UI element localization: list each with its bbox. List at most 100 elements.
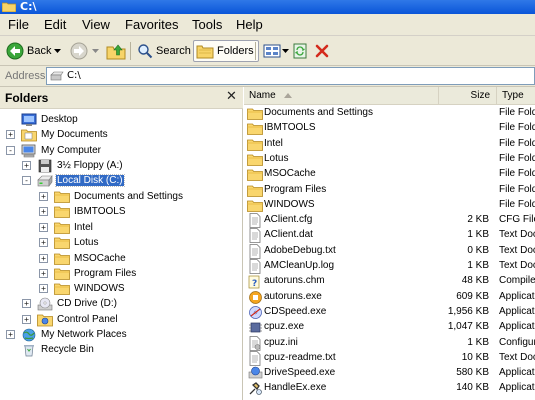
file-row[interactable]: HandleEx.exe 140 KB Application — [244, 381, 535, 396]
expand-toggle[interactable]: + — [22, 161, 31, 170]
menu-help[interactable]: Help — [236, 17, 263, 32]
tree-item[interactable]: - My Computer — [6, 143, 102, 158]
toolbar: Back Search Folders — [0, 36, 535, 66]
address-field[interactable]: C:\ — [46, 67, 535, 85]
expand-toggle[interactable]: + — [6, 130, 15, 139]
file-row[interactable]: Intel File Folder — [244, 137, 535, 152]
file-row[interactable]: WINDOWS File Folder — [244, 198, 535, 213]
expand-toggle[interactable]: + — [22, 299, 31, 308]
toolbar-separator — [255, 42, 256, 60]
expand-toggle[interactable]: + — [39, 207, 48, 216]
file-row[interactable]: DriveSpeed.exe 580 KB Application — [244, 366, 535, 381]
collapse-toggle[interactable]: - — [22, 176, 31, 185]
column-header-name[interactable]: Name — [244, 87, 439, 105]
expand-toggle[interactable]: + — [22, 315, 31, 324]
my-computer-icon — [21, 144, 37, 158]
sort-ascending-icon — [284, 93, 292, 98]
tree-item-label: Control Panel — [57, 314, 118, 325]
file-size: 48 KB — [461, 275, 489, 287]
menu-file[interactable]: File — [8, 17, 29, 32]
file-row[interactable]: cpuz.ini 1 KB Configuration Settings — [244, 335, 535, 351]
file-row[interactable]: AClient.cfg 2 KB CFG File — [244, 213, 535, 228]
file-type: Application — [499, 290, 535, 302]
tree-item-label: Local Disk (C:) — [55, 174, 125, 187]
file-name: autoruns.exe — [264, 290, 322, 302]
expand-toggle[interactable]: + — [6, 330, 15, 339]
tree-item[interactable]: + My Documents — [6, 127, 109, 142]
chevron-down-icon — [54, 48, 61, 53]
file-row[interactable]: Program Files File Folder — [244, 183, 535, 198]
file-name: CDSpeed.exe — [264, 305, 327, 317]
tree-item[interactable]: + Documents and Settings — [39, 189, 184, 204]
menu-favorites[interactable]: Favorites — [125, 17, 178, 32]
menu-edit[interactable]: Edit — [44, 17, 66, 32]
tree-item[interactable]: Recycle Bin — [21, 342, 95, 357]
column-header-type[interactable]: Type — [497, 87, 535, 105]
file-row[interactable]: cpuz-readme.txt 10 KB Text Document — [244, 350, 535, 366]
tree-item[interactable]: Desktop — [21, 112, 79, 127]
back-dropdown[interactable] — [54, 40, 61, 62]
expand-toggle[interactable]: + — [39, 284, 48, 293]
tree-item[interactable]: + WINDOWS — [39, 281, 126, 296]
file-row[interactable]: autoruns.exe 609 KB Application — [244, 290, 535, 305]
tree-item[interactable]: + Lotus — [39, 235, 99, 250]
file-row[interactable]: CDSpeed.exe 1,956 KB Application — [244, 305, 535, 320]
folders-button[interactable]: Folders — [193, 40, 259, 62]
file-type: Text Document — [499, 229, 535, 241]
views-button[interactable] — [263, 40, 289, 62]
close-icon[interactable]: ✕ — [226, 89, 237, 104]
address-label: Address — [5, 70, 46, 82]
file-row[interactable]: AdobeDebug.txt 0 KB Text Document — [244, 243, 535, 259]
up-folder-button[interactable] — [106, 40, 126, 62]
svg-text:?: ? — [252, 279, 257, 289]
sync-button[interactable] — [293, 40, 307, 62]
file-row[interactable]: MSOCache File Folder — [244, 167, 535, 182]
tree-item[interactable]: + MSOCache — [39, 251, 127, 266]
file-type: Configuration Settings — [499, 336, 535, 348]
search-button[interactable]: Search — [137, 40, 191, 62]
file-type: Application — [499, 367, 535, 379]
tree-item[interactable]: +3½ Floppy (A:) — [22, 158, 124, 173]
file-row[interactable]: ? autoruns.chm 48 KB Compiled HTML Help fil… — [244, 274, 535, 289]
delete-button[interactable] — [315, 40, 329, 62]
expand-toggle[interactable]: + — [39, 192, 48, 201]
folders-pane: Folders ✕ Desktop + My Documents - My Comput… — [0, 87, 243, 400]
file-row[interactable]: AClient.dat 1 KB Text Document — [244, 228, 535, 244]
collapse-toggle[interactable]: - — [6, 146, 15, 155]
menu-view[interactable]: View — [82, 17, 110, 32]
tree-item-label: Intel — [74, 222, 93, 233]
file-name: AdobeDebug.txt — [264, 244, 336, 256]
network-places-icon — [21, 328, 37, 342]
back-button[interactable]: Back — [6, 40, 51, 62]
file-row[interactable]: Lotus File Folder — [244, 152, 535, 167]
forward-button[interactable] — [70, 40, 88, 62]
file-type: File Folder — [499, 137, 535, 149]
tree-item[interactable]: + IBMTOOLS — [39, 204, 127, 219]
folder-icon — [247, 137, 263, 152]
file-type: File Folder — [499, 183, 535, 195]
cpuz-exe-icon — [247, 320, 263, 335]
tree-item[interactable]: + Program Files — [39, 266, 137, 281]
tree-item[interactable]: + Intel — [39, 220, 94, 235]
folder-icon — [247, 106, 263, 121]
tree-item[interactable]: + My Network Places — [6, 327, 128, 342]
tree-item[interactable]: + Control Panel — [22, 312, 119, 327]
folder-icon — [2, 2, 16, 12]
my-documents-icon — [21, 128, 37, 142]
tree-item[interactable]: - Local Disk (C:) — [22, 173, 125, 188]
address-bar: Address C:\ — [0, 66, 535, 87]
file-row[interactable]: Documents and Settings File Folder — [244, 106, 535, 121]
file-row[interactable]: IBMTOOLS File Folder — [244, 121, 535, 136]
column-header-size[interactable]: Size — [439, 87, 497, 105]
tree-item[interactable]: + CD Drive (D:) — [22, 296, 118, 311]
column-name-label: Name — [249, 90, 276, 101]
file-row[interactable]: cpuz.exe 1,047 KB Application — [244, 320, 535, 335]
expand-toggle[interactable]: + — [39, 269, 48, 278]
expand-toggle[interactable]: + — [39, 223, 48, 232]
forward-dropdown[interactable] — [92, 40, 99, 62]
expand-toggle[interactable]: + — [39, 254, 48, 263]
cd-drive-icon — [37, 297, 53, 311]
file-row[interactable]: AMCleanUp.log 1 KB Text Document — [244, 259, 535, 274]
menu-tools[interactable]: Tools — [192, 17, 222, 32]
expand-toggle[interactable]: + — [39, 238, 48, 247]
